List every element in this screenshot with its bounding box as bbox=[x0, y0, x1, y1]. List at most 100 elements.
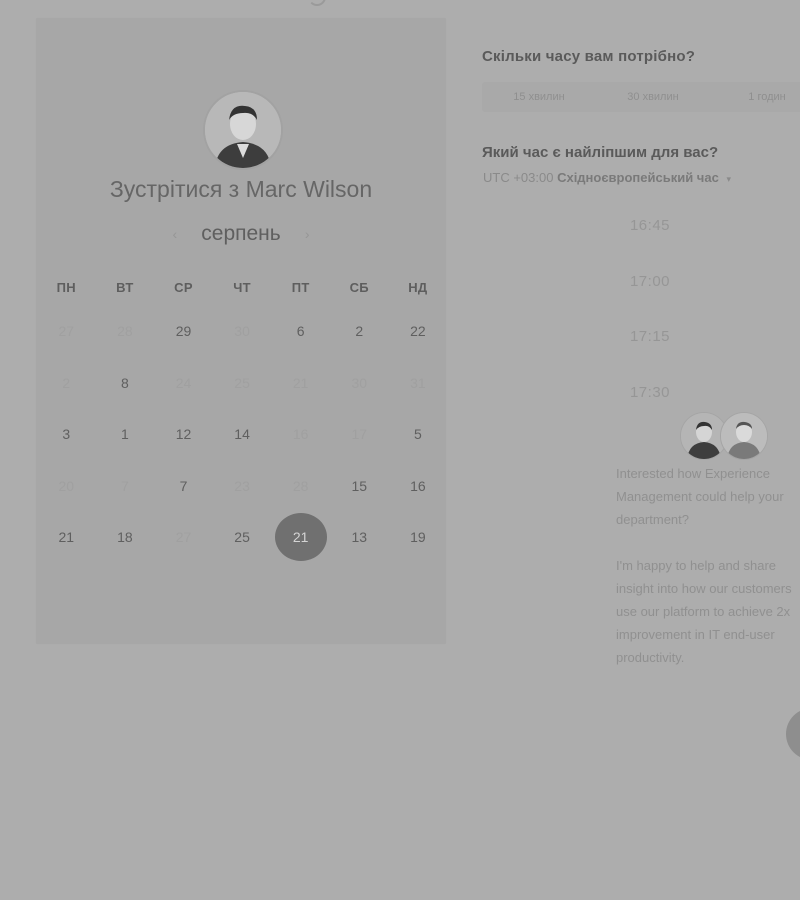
duration-option[interactable]: 1 годин bbox=[710, 82, 800, 112]
calendar-day-number: 29 bbox=[175, 323, 192, 339]
calendar-day: 23 bbox=[213, 461, 272, 513]
calendar-day-number: 2 bbox=[62, 374, 71, 391]
calendar-week-row: 27 28 29 30 6 2 22 bbox=[36, 306, 446, 358]
calendar-day-number: 30 bbox=[351, 374, 368, 391]
calendar-day-number: 14 bbox=[234, 426, 250, 443]
calendar-weeks: 27 28 29 30 6 2 22 2 8 24 25 21 30 31 3 1 12 14 16 17 5 20 7 7 2… bbox=[36, 306, 446, 564]
calendar-week-row: 21 18 27 25 21 13 19 bbox=[36, 512, 446, 564]
calendar-day-number: 31 bbox=[410, 374, 426, 391]
calendar-day[interactable]: 5 bbox=[389, 409, 448, 461]
calendar-day-number: 16 bbox=[410, 477, 426, 494]
calendar-day[interactable]: 1 bbox=[96, 409, 155, 461]
time-slot[interactable]: 17:15 bbox=[560, 309, 740, 365]
calendar-day-number: 21 bbox=[274, 513, 327, 562]
calendar-day-number: 17 bbox=[351, 426, 368, 443]
calendar-day[interactable]: 21 bbox=[37, 512, 96, 564]
calendar-day: 20 bbox=[37, 461, 96, 513]
calendar-day-number: 27 bbox=[58, 323, 75, 339]
calendar-day-number: 21 bbox=[58, 529, 75, 546]
calendar-day[interactable]: 29 bbox=[154, 306, 213, 358]
loading-arc-icon bbox=[308, 0, 326, 6]
calendar-day[interactable]: 19 bbox=[389, 512, 448, 564]
calendar-day[interactable]: 8 bbox=[96, 358, 155, 410]
month-label: серпень bbox=[201, 222, 281, 245]
calendar-day[interactable]: 3 bbox=[37, 409, 96, 461]
calendar-day-number: 27 bbox=[175, 529, 192, 546]
time-slot-list: 16:45 17:00 17:15 17:30 bbox=[560, 198, 740, 420]
calendar-day[interactable]: 7 bbox=[154, 461, 213, 513]
calendar-day: 25 bbox=[213, 358, 272, 410]
calendar-day-number: 7 bbox=[120, 477, 129, 494]
calendar-day: 2 bbox=[37, 358, 96, 410]
calendar-day-number: 2 bbox=[355, 323, 364, 339]
calendar-day-selected[interactable]: 21 bbox=[271, 512, 330, 564]
calendar-day-number: 22 bbox=[410, 323, 426, 339]
calendar-day-number: 24 bbox=[175, 374, 192, 391]
duration-option[interactable]: 30 хвилин bbox=[596, 82, 710, 112]
calendar-day[interactable]: 25 bbox=[213, 512, 272, 564]
calendar-day-number: 5 bbox=[413, 426, 422, 443]
calendar-day[interactable]: 2 bbox=[330, 306, 389, 358]
calendar-day[interactable]: 22 bbox=[389, 306, 448, 358]
weekday-label: ЧТ bbox=[233, 280, 251, 295]
calendar-week-row: 3 1 12 14 16 17 5 bbox=[36, 409, 446, 461]
calendar-day-number: 15 bbox=[351, 477, 368, 494]
calendar-grid: ПН ВТ СР ЧТ ПТ СБ НД 27 28 29 30 6 2 22 2 8 24 25 2… bbox=[36, 270, 446, 564]
calendar-day-number: 6 bbox=[296, 323, 305, 339]
weekday-label: СР bbox=[174, 280, 193, 295]
weekday-label: СБ bbox=[349, 280, 369, 295]
weekday-label: ПН bbox=[56, 280, 76, 295]
calendar-title: Зустрітися з Marc Wilson bbox=[109, 176, 373, 202]
time-question: Який час є найліпшим для вас? bbox=[482, 144, 719, 161]
time-slot[interactable]: 17:00 bbox=[560, 254, 740, 310]
calendar-day-number: 12 bbox=[175, 426, 192, 443]
weekday-header: ПН ВТ СР ЧТ ПТ СБ НД bbox=[36, 270, 446, 306]
host-avatar bbox=[203, 90, 283, 170]
calendar-day: 28 bbox=[96, 306, 155, 358]
duration-question: Скільки часу вам потрібно? bbox=[482, 48, 696, 65]
calendar-day-number: 8 bbox=[120, 374, 129, 391]
calendar-day[interactable]: 15 bbox=[330, 461, 389, 513]
calendar-day: 7 bbox=[96, 461, 155, 513]
time-slot[interactable]: 16:45 bbox=[560, 198, 740, 254]
calendar-day[interactable]: 12 bbox=[154, 409, 213, 461]
calendar-day: 28 bbox=[271, 461, 330, 513]
calendar-day[interactable]: 14 bbox=[213, 409, 272, 461]
calendar-day: 27 bbox=[37, 306, 96, 358]
host-avatar-2 bbox=[720, 412, 768, 460]
calendar-day-number: 1 bbox=[120, 426, 129, 443]
month-navigation: ‹ серпень › bbox=[36, 222, 446, 246]
calendar-day: 16 bbox=[271, 409, 330, 461]
calendar-day[interactable]: 13 bbox=[330, 512, 389, 564]
calendar-day[interactable]: 16 bbox=[389, 461, 448, 513]
calendar-week-row: 20 7 7 23 28 15 16 bbox=[36, 461, 446, 513]
calendar-day-number: 23 bbox=[234, 477, 250, 494]
calendar-day: 21 bbox=[271, 358, 330, 410]
calendar-day-number: 16 bbox=[292, 426, 309, 443]
caret-down-icon: ▾ bbox=[726, 174, 731, 184]
host-description: Interested how Experience Management cou… bbox=[616, 466, 792, 665]
calendar-day-number: 7 bbox=[179, 477, 188, 494]
calendar-day-number: 19 bbox=[410, 529, 426, 546]
calendar-day-number: 25 bbox=[234, 529, 250, 546]
calendar-day-number: 30 bbox=[234, 323, 250, 339]
calendar-day-number: 28 bbox=[292, 477, 309, 494]
timezone-name: Східноєвропейський час bbox=[557, 170, 719, 185]
weekday-label: ПТ bbox=[291, 280, 310, 295]
weekday-label: НД bbox=[408, 280, 428, 295]
weekday-label: ВТ bbox=[116, 280, 134, 295]
chevron-right-icon[interactable]: › bbox=[297, 226, 317, 242]
calendar-day: 24 bbox=[154, 358, 213, 410]
timezone-selector[interactable]: UTC +03:00 Східноєвропейський час ▾ bbox=[483, 170, 731, 185]
chevron-left-icon[interactable]: ‹ bbox=[165, 226, 185, 242]
host-avatars bbox=[680, 412, 770, 460]
calendar-day[interactable]: 6 bbox=[271, 306, 330, 358]
calendar-day-number: 21 bbox=[292, 374, 309, 391]
chat-button[interactable] bbox=[786, 708, 800, 760]
calendar-day[interactable]: 18 bbox=[96, 512, 155, 564]
calendar-day-number: 28 bbox=[117, 323, 133, 339]
calendar-day-number: 18 bbox=[117, 529, 133, 546]
timezone-offset: UTC +03:00 bbox=[483, 170, 554, 185]
duration-option[interactable]: 15 хвилин bbox=[482, 82, 596, 112]
calendar-day: 30 bbox=[213, 306, 272, 358]
